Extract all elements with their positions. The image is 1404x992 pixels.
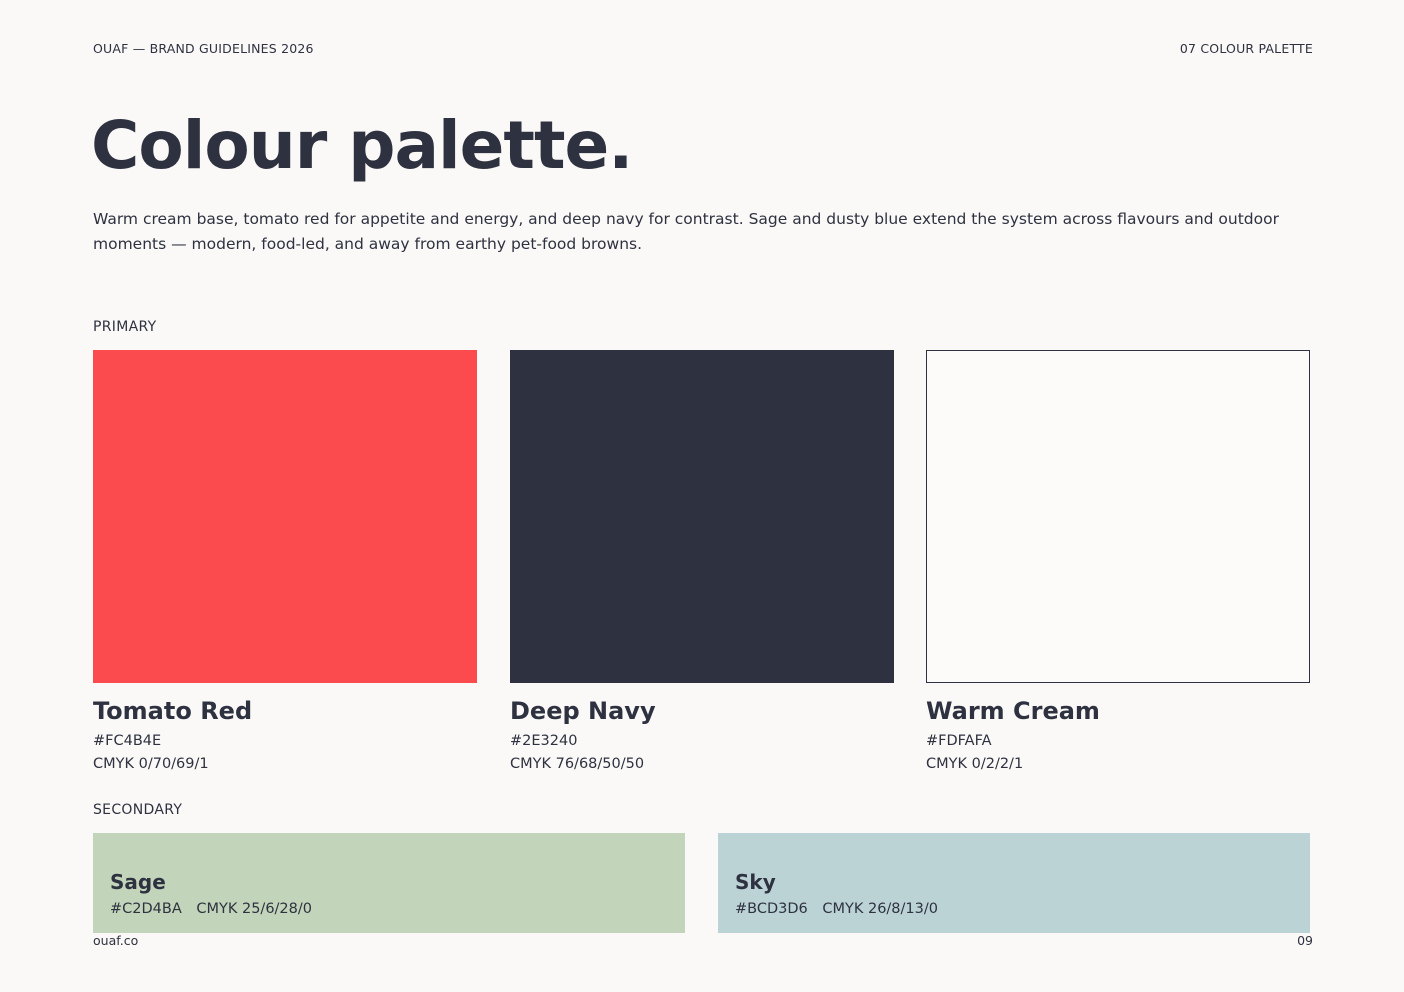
color-cmyk: CMYK 25/6/28/0 — [196, 901, 312, 917]
color-swatch-warm-cream — [926, 350, 1310, 683]
section-header: 07 COLOUR PALETTE — [1179, 41, 1313, 56]
color-card-warm-cream: Warm Cream #FDFAFA CMYK 0/2/2/1 — [926, 350, 1310, 776]
color-cmyk: CMYK 0/2/2/1 — [926, 756, 1024, 772]
color-swatch-deep-navy — [510, 350, 894, 683]
color-hex: #FC4B4E — [93, 733, 162, 749]
color-hex: #2E3240 — [510, 733, 578, 749]
color-name: Warm Cream — [926, 697, 1100, 725]
color-card-deep-navy: Deep Navy #2E3240 CMYK 76/68/50/50 — [510, 350, 894, 776]
color-cmyk: CMYK 0/70/69/1 — [93, 756, 209, 772]
color-swatch-sky: Sky #BCD3D6 CMYK 26/8/13/0 — [718, 833, 1310, 933]
page-title: Colour palette. — [91, 107, 633, 184]
color-swatch-tomato-red — [93, 350, 477, 683]
color-name: Sage — [110, 870, 166, 894]
color-swatch-sage: Sage #C2D4BA CMYK 25/6/28/0 — [93, 833, 685, 933]
color-codes: #C2D4BA CMYK 25/6/28/0 — [110, 900, 668, 918]
color-hex: #FDFAFA — [926, 733, 992, 749]
color-hex: #C2D4BA — [110, 901, 182, 917]
document-header-title: OUAF — BRAND GUIDELINES 2026 — [93, 41, 314, 56]
color-hex: #BCD3D6 — [735, 901, 808, 917]
primary-section-label: PRIMARY — [93, 319, 157, 335]
footer-website: ouaf.co — [93, 933, 139, 948]
color-card-tomato-red: Tomato Red #FC4B4E CMYK 0/70/69/1 — [93, 350, 477, 776]
intro-paragraph: Warm cream base, tomato red for appetite… — [93, 210, 1279, 253]
color-name: Deep Navy — [510, 697, 656, 725]
color-cmyk: CMYK 76/68/50/50 — [510, 756, 645, 772]
color-cmyk: CMYK 26/8/13/0 — [822, 901, 938, 917]
color-codes: #BCD3D6 CMYK 26/8/13/0 — [735, 900, 1293, 918]
color-name: Sky — [735, 870, 776, 894]
color-name: Tomato Red — [93, 697, 253, 725]
secondary-section-label: SECONDARY — [93, 802, 183, 818]
page-number: 09 — [1297, 933, 1313, 948]
